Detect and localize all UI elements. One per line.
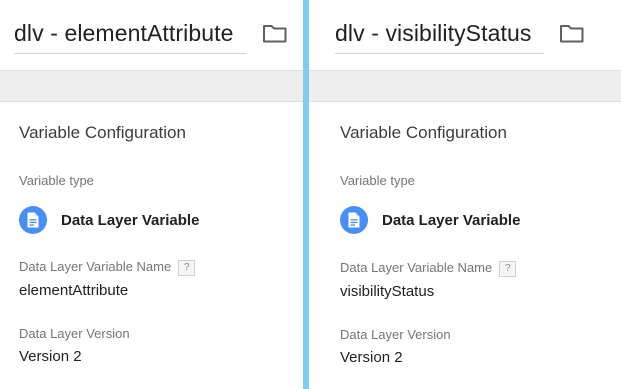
document-icon-graphic [348, 212, 360, 228]
dlv-name-label-text: Data Layer Variable Name [19, 259, 172, 274]
variable-title[interactable]: dlv - elementAttribute [14, 17, 247, 49]
panel-header: dlv - elementAttribute [0, 0, 303, 71]
dlv-version-label: Data Layer Version [19, 326, 130, 341]
variable-type-label: Variable type [19, 173, 94, 188]
variable-title[interactable]: dlv - visibilityStatus [335, 17, 544, 49]
title-field[interactable]: dlv - visibilityStatus [335, 17, 544, 54]
split-view: dlv - elementAttribute Variable Configur… [0, 0, 621, 389]
dlv-name-label: Data Layer Variable Name? [340, 260, 517, 277]
dlv-name-label: Data Layer Variable Name? [19, 259, 196, 276]
folder-icon-graphic [263, 25, 287, 43]
document-icon-graphic [27, 212, 39, 228]
dlv-version-value: Version 2 [19, 348, 82, 365]
dlv-name-label-text: Data Layer Variable Name [340, 260, 493, 275]
document-icon [340, 206, 368, 234]
document-icon [19, 206, 47, 234]
section-title: Variable Configuration [19, 123, 186, 142]
panel-header: dlv - visibilityStatus [309, 0, 621, 71]
variable-type-name: Data Layer Variable [61, 211, 200, 229]
dlv-version-value: Version 2 [340, 349, 403, 366]
dlv-name-value: elementAttribute [19, 282, 129, 299]
variable-panel-left: dlv - elementAttribute Variable Configur… [0, 0, 303, 389]
variable-type-row[interactable]: Data Layer Variable [19, 206, 199, 234]
title-field[interactable]: dlv - elementAttribute [14, 17, 247, 54]
variable-type-row[interactable]: Data Layer Variable [340, 206, 520, 234]
help-icon[interactable]: ? [178, 260, 196, 276]
variable-type-label: Variable type [340, 173, 415, 188]
header-band [309, 71, 621, 102]
variable-panel-right: dlv - visibilityStatus Variable Configur… [309, 0, 621, 389]
header-band [0, 71, 303, 102]
folder-icon-graphic [560, 25, 584, 43]
dlv-version-label: Data Layer Version [340, 327, 451, 342]
variable-type-name: Data Layer Variable [382, 211, 521, 229]
help-icon[interactable]: ? [499, 261, 517, 277]
dlv-name-value: visibilityStatus [340, 283, 435, 300]
folder-icon[interactable] [559, 22, 585, 44]
section-title: Variable Configuration [340, 123, 507, 142]
folder-icon[interactable] [262, 22, 288, 44]
